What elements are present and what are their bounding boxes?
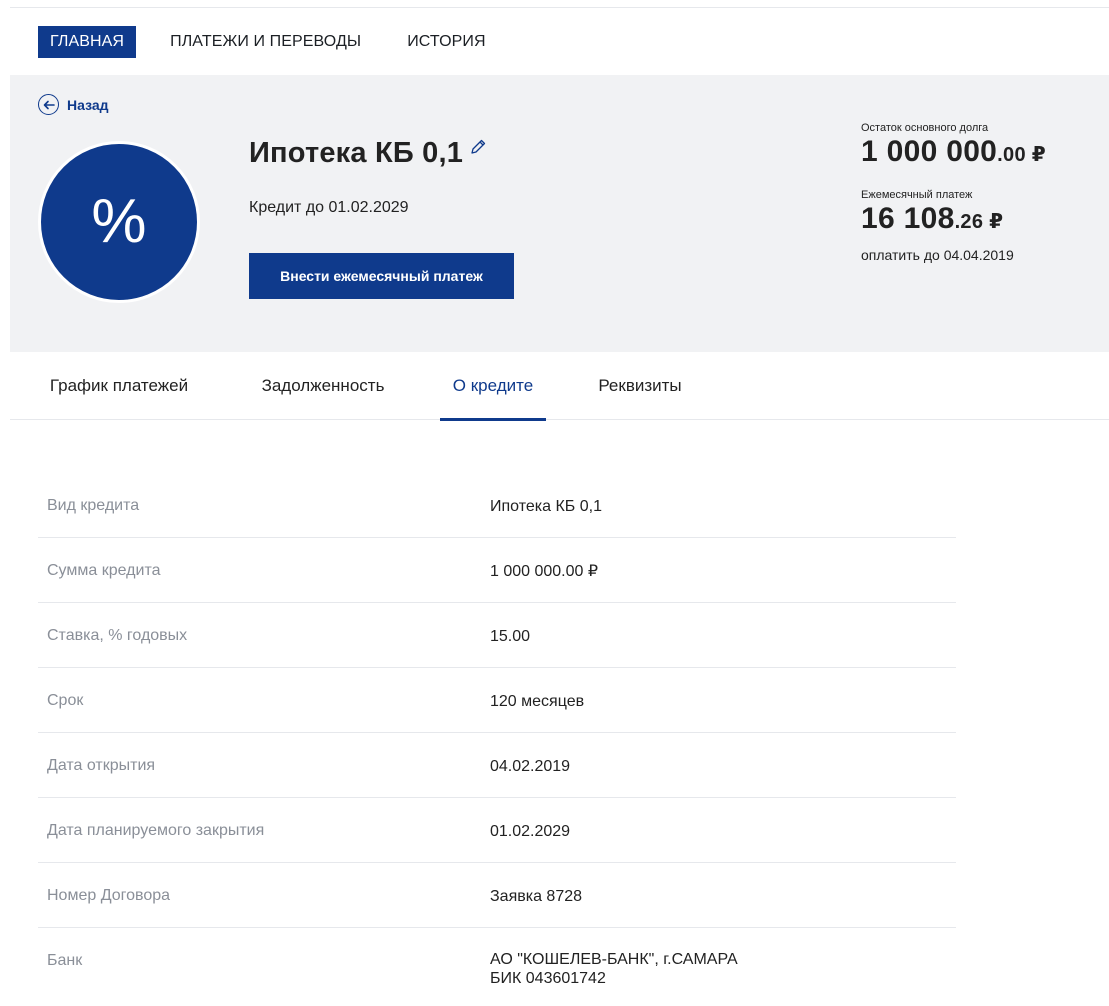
pencil-icon[interactable]: [469, 138, 487, 161]
detail-value: 15.00: [490, 628, 531, 645]
tab-debt[interactable]: Задолженность: [248, 352, 398, 420]
detail-row: Вид кредита Ипотека КБ 0,1: [38, 473, 956, 538]
detail-label: Дата планируемого закрытия: [47, 822, 265, 839]
tab-requisites[interactable]: Реквизиты: [585, 352, 695, 420]
detail-value: Заявка 8728: [490, 888, 583, 905]
detail-row: Банк АО "КОШЕЛЕВ-БАНК", г.САМАРА БИК 043…: [38, 928, 956, 993]
principal-int: 1 000 000: [861, 135, 998, 168]
loan-tabs: График платежей Задолженность О кредите …: [10, 352, 1109, 421]
percent-icon: %: [91, 187, 147, 256]
detail-label: Вид кредита: [47, 497, 140, 514]
top-divider: [10, 7, 1109, 8]
back-label: Назад: [67, 96, 109, 113]
detail-value: 120 месяцев: [490, 693, 585, 710]
detail-row: Дата планируемого закрытия 01.02.2029: [38, 798, 956, 863]
credit-details: Вид кредита Ипотека КБ 0,1 Сумма кредита…: [38, 473, 956, 993]
nav-item-main[interactable]: ГЛАВНАЯ: [38, 26, 137, 58]
tab-payment-schedule[interactable]: График платежей: [39, 352, 199, 420]
detail-row: Ставка, % годовых 15.00: [38, 603, 956, 668]
tab-about-credit[interactable]: О кредите: [440, 352, 546, 421]
detail-value: Ипотека КБ 0,1: [490, 498, 602, 515]
detail-row: Сумма кредита 1 000 000.00 ₽: [38, 538, 956, 603]
monthly-int: 16 108: [861, 202, 955, 235]
monthly-amount: 16 108.26 ₽: [861, 202, 1101, 239]
detail-row: Номер Договора Заявка 8728: [38, 863, 956, 928]
pay-monthly-button[interactable]: Внести ежемесячный платеж: [249, 253, 514, 299]
bank-name: АО "КОШЕЛЕВ-БАНК", г.САМАРА: [490, 951, 738, 968]
detail-row: Срок 120 месяцев: [38, 668, 956, 733]
bank-bik: БИК 043601742: [490, 970, 606, 987]
detail-value: АО "КОШЕЛЕВ-БАНК", г.САМАРА БИК 04360174…: [490, 950, 738, 988]
nav-item-history[interactable]: ИСТОРИЯ: [395, 26, 497, 58]
principal-frac: .00 ₽: [997, 144, 1046, 166]
back-link[interactable]: Назад: [38, 94, 109, 115]
detail-label: Сумма кредита: [47, 562, 161, 579]
loan-header: Назад % Ипотека КБ 0,1 Кредит до 01.02.2…: [10, 75, 1109, 352]
principal-caption: Остаток основного долга: [861, 122, 989, 134]
detail-label: Номер Договора: [47, 887, 171, 904]
detail-row: Дата открытия 04.02.2019: [38, 733, 956, 798]
arrow-left-icon: [38, 94, 59, 115]
nav-item-payments[interactable]: ПЛАТЕЖИ И ПЕРЕВОДЫ: [158, 26, 373, 58]
credit-until: Кредит до 01.02.2029: [249, 199, 409, 216]
detail-label: Дата открытия: [47, 757, 156, 774]
detail-label: Ставка, % годовых: [47, 627, 188, 644]
detail-label: Срок: [47, 692, 84, 709]
loan-title-row: Ипотека КБ 0,1: [249, 137, 487, 170]
loan-avatar: %: [38, 141, 200, 303]
monthly-caption: Ежемесячный платеж: [861, 189, 973, 201]
detail-value: 1 000 000.00 ₽: [490, 563, 599, 580]
loan-summary: Остаток основного долга 1 000 000.00 ₽ Е…: [861, 121, 1101, 263]
detail-value: 01.02.2029: [490, 823, 571, 840]
due-date: оплатить до 04.04.2019: [861, 247, 1014, 263]
loan-title: Ипотека КБ 0,1: [249, 137, 464, 169]
detail-label: Банк: [47, 952, 83, 969]
top-navigation: ГЛАВНАЯ ПЛАТЕЖИ И ПЕРЕВОДЫ ИСТОРИЯ: [38, 26, 520, 58]
detail-value: 04.02.2019: [490, 758, 571, 775]
principal-amount: 1 000 000.00 ₽: [861, 135, 1101, 172]
monthly-frac: .26 ₽: [954, 211, 1004, 233]
